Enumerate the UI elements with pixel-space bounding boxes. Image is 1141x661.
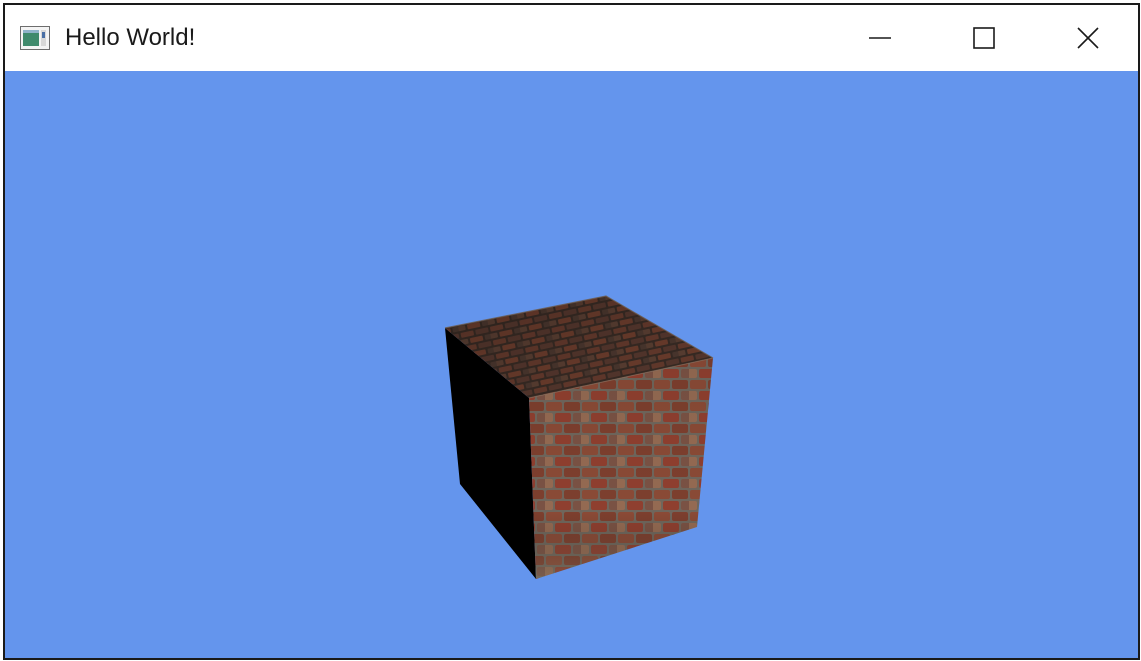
- window-title: Hello World!: [65, 24, 196, 51]
- minimize-icon: [869, 37, 891, 39]
- app-icon[interactable]: [20, 26, 50, 50]
- minimize-button[interactable]: [828, 5, 932, 71]
- title-bar[interactable]: Hello World!: [5, 5, 1138, 71]
- close-button[interactable]: [1036, 5, 1138, 71]
- maximize-icon: [973, 27, 995, 49]
- cube-scene: [444, 295, 714, 579]
- app-window: Hello World!: [3, 3, 1140, 660]
- maximize-button[interactable]: [932, 5, 1036, 71]
- close-icon: [1077, 27, 1099, 49]
- render-viewport[interactable]: [5, 71, 1138, 658]
